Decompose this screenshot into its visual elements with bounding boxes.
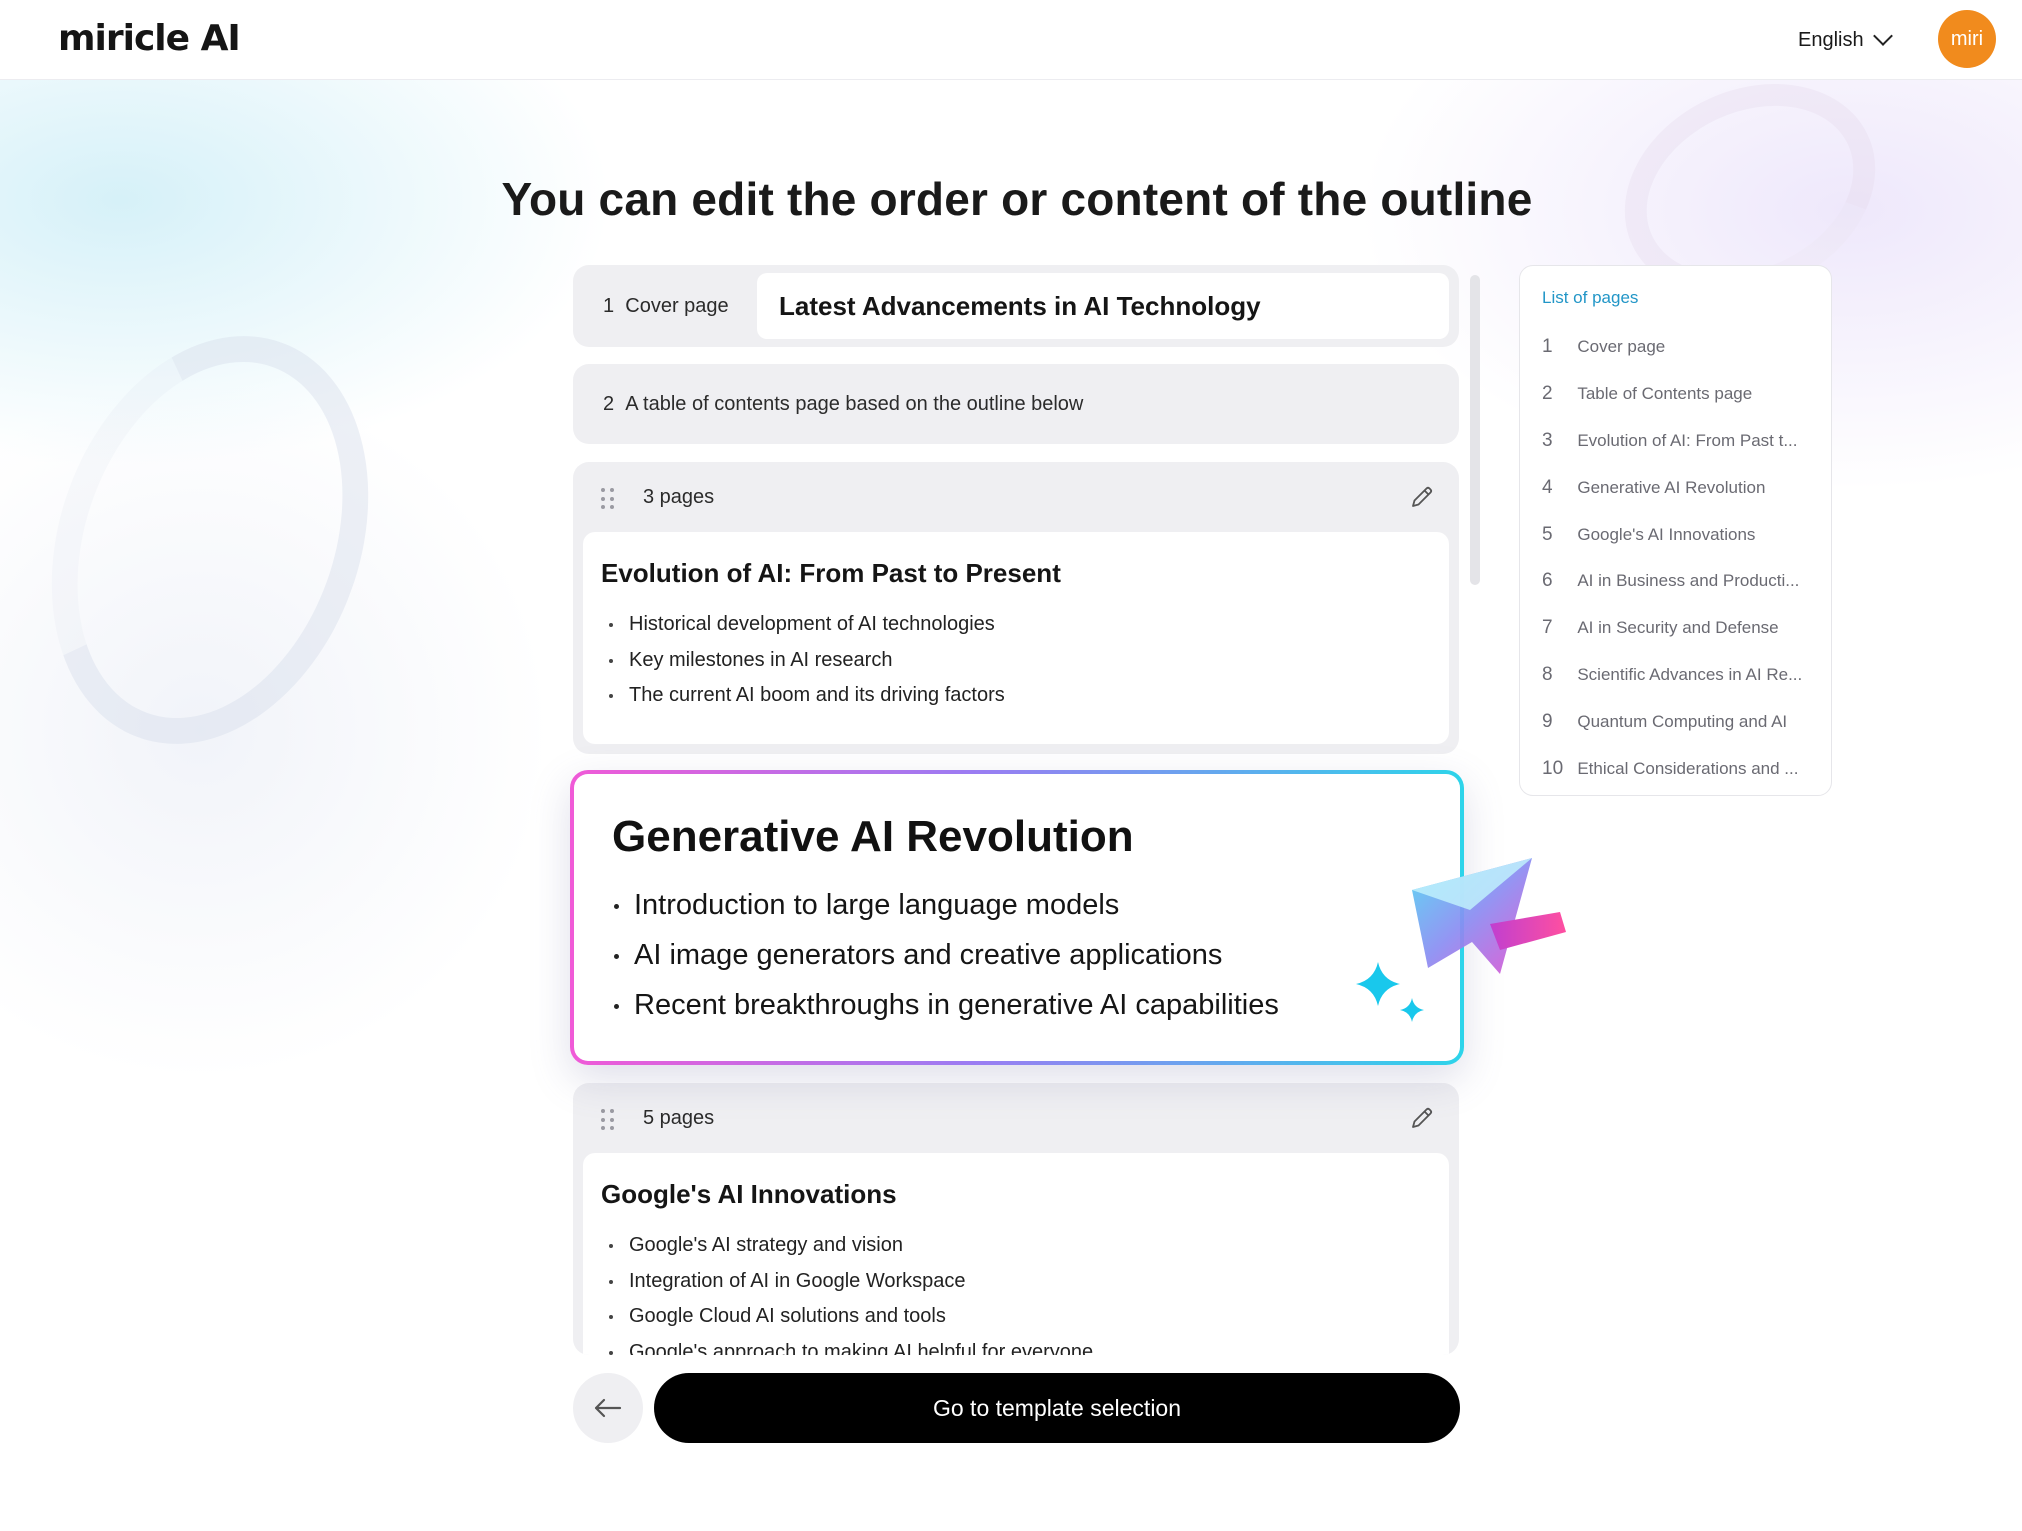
page-list-label: Evolution of AI: From Past t... bbox=[1577, 430, 1798, 450]
bullet-item: Google's AI strategy and vision bbox=[601, 1228, 1431, 1264]
page-list-label: AI in Security and Defense bbox=[1577, 618, 1779, 638]
brand-logo[interactable]: miricle AI bbox=[58, 18, 241, 59]
page-list-label: AI in Business and Producti... bbox=[1577, 571, 1800, 591]
outline-cover-card: 1 Cover page Latest Advancements in AI T… bbox=[573, 265, 1459, 347]
back-button[interactable] bbox=[573, 1373, 643, 1443]
page-list-label: Table of Contents page bbox=[1577, 384, 1753, 404]
highlighted-section-bullets: Introduction to large language models AI… bbox=[612, 880, 1422, 1030]
language-selector[interactable]: English bbox=[1798, 26, 1893, 54]
page-list-item[interactable]: 3 Evolution of AI: From Past t... bbox=[1542, 418, 1809, 465]
page-list-number: 1 bbox=[1542, 336, 1553, 358]
page-list-number: 2 bbox=[1542, 383, 1553, 405]
highlighted-section-title: Generative AI Revolution bbox=[612, 812, 1134, 861]
page-list-number: 9 bbox=[1542, 710, 1553, 732]
page-list-item[interactable]: 6 AI in Business and Producti... bbox=[1542, 558, 1809, 605]
outline-section[interactable]: 3 pages Evolution of AI: From Past to Pr… bbox=[573, 462, 1459, 754]
highlighted-section-content: Generative AI Revolution Introduction to… bbox=[574, 774, 1460, 1061]
section-title: Google's AI Innovations bbox=[601, 1179, 897, 1209]
bullet-item: Introduction to large language models bbox=[612, 880, 1422, 930]
bullet-item: Key milestones in AI research bbox=[601, 643, 1431, 679]
pencil-icon[interactable] bbox=[1407, 482, 1437, 512]
page-list-item[interactable]: 9 Quantum Computing and AI bbox=[1542, 698, 1809, 745]
page-list-label: Google's AI Innovations bbox=[1577, 524, 1756, 544]
page-list-number: 5 bbox=[1542, 523, 1553, 545]
chevron-down-icon bbox=[1872, 26, 1893, 46]
page-list-number: 10 bbox=[1542, 757, 1564, 779]
arrow-left-icon bbox=[594, 1398, 622, 1418]
outline-section[interactable]: 5 pages Google's AI Innovations Google's… bbox=[573, 1083, 1459, 1355]
cover-label-text: Cover page bbox=[625, 295, 729, 317]
cover-number: 1 bbox=[603, 295, 615, 317]
page-list-number: 8 bbox=[1542, 663, 1553, 685]
page-list-number: 6 bbox=[1542, 570, 1553, 592]
bullet-item: Google's approach to making AI helpful f… bbox=[601, 1335, 1431, 1355]
toc-label: 2 A table of contents page based on the … bbox=[603, 393, 1083, 416]
bullet-item: Google Cloud AI solutions and tools bbox=[601, 1299, 1431, 1335]
outline-scrollbar[interactable] bbox=[1470, 275, 1480, 585]
list-of-pages-panel: List of pages 1 Cover page 2 Table of Conte… bbox=[1519, 265, 1832, 796]
cover-title-input[interactable]: Latest Advancements in AI Technology bbox=[757, 273, 1449, 339]
page-list-label: Cover page bbox=[1577, 337, 1666, 357]
toc-number: 2 bbox=[603, 393, 615, 415]
page-list-item[interactable]: 2 Table of Contents page bbox=[1542, 371, 1809, 418]
toc-label-text: A table of contents page based on the ou… bbox=[625, 393, 1084, 415]
bullet-item: The current AI boom and its driving fact… bbox=[601, 678, 1431, 714]
section-page-count: 5 pages bbox=[643, 1107, 715, 1129]
page-list-label: Scientific Advances in AI Re... bbox=[1577, 664, 1803, 684]
page-list-label: Quantum Computing and AI bbox=[1577, 711, 1788, 731]
section-page-count: 3 pages bbox=[643, 486, 715, 508]
page-list-item[interactable]: 7 AI in Security and Defense bbox=[1542, 605, 1809, 652]
page-list-item[interactable]: 4 Generative AI Revolution bbox=[1542, 464, 1809, 511]
bullet-item: Recent breakthroughs in generative AI ca… bbox=[612, 980, 1422, 1030]
section-title: Evolution of AI: From Past to Present bbox=[601, 558, 1061, 588]
highlighted-section-card[interactable]: Generative AI Revolution Introduction to… bbox=[570, 770, 1464, 1065]
top-header: miricle AI English miri bbox=[0, 0, 2022, 80]
bullet-item: AI image generators and creative applica… bbox=[612, 930, 1422, 980]
page-title: You can edit the order or content of the… bbox=[501, 173, 1533, 225]
user-avatar[interactable]: miri bbox=[1938, 10, 1996, 68]
page-list-item[interactable]: 5 Google's AI Innovations bbox=[1542, 511, 1809, 558]
section-bullets: Historical development of AI technologie… bbox=[601, 607, 1431, 714]
section-header: 3 pages bbox=[573, 462, 1459, 532]
page-list-number: 4 bbox=[1542, 476, 1553, 498]
bullet-item: Historical development of AI technologie… bbox=[601, 607, 1431, 643]
page-list-label: Generative AI Revolution bbox=[1577, 477, 1766, 497]
drag-handle-icon[interactable] bbox=[601, 488, 615, 510]
page-list-number: 3 bbox=[1542, 429, 1553, 451]
bullet-item: Integration of AI in Google Workspace bbox=[601, 1264, 1431, 1300]
language-label: English bbox=[1798, 28, 1864, 51]
page-list-item[interactable]: 10 Ethical Considerations and ... bbox=[1542, 745, 1809, 792]
section-content[interactable]: Google's AI Innovations Google's AI stra… bbox=[583, 1153, 1449, 1355]
page-list-item[interactable]: 8 Scientific Advances in AI Re... bbox=[1542, 652, 1809, 699]
section-bullets: Google's AI strategy and vision Integrat… bbox=[601, 1228, 1431, 1355]
drag-handle-icon[interactable] bbox=[601, 1109, 615, 1131]
scrollbar-thumb[interactable] bbox=[1470, 275, 1480, 585]
section-header: 5 pages bbox=[573, 1083, 1459, 1153]
pencil-icon[interactable] bbox=[1407, 1103, 1437, 1133]
cursor-sparkle-icon bbox=[1356, 858, 1566, 1022]
page-list-label: Ethical Considerations and ... bbox=[1577, 758, 1799, 778]
page-list-number: 7 bbox=[1542, 617, 1553, 639]
list-of-pages-title: List of pages bbox=[1542, 288, 1639, 307]
cover-label: 1 Cover page bbox=[603, 295, 729, 318]
page-list-item[interactable]: 1 Cover page bbox=[1542, 324, 1809, 371]
section-content[interactable]: Evolution of AI: From Past to Present Hi… bbox=[583, 532, 1449, 744]
outline-toc-card: 2 A table of contents page based on the … bbox=[573, 364, 1459, 444]
go-to-template-selection-button[interactable]: Go to template selection bbox=[654, 1373, 1460, 1443]
